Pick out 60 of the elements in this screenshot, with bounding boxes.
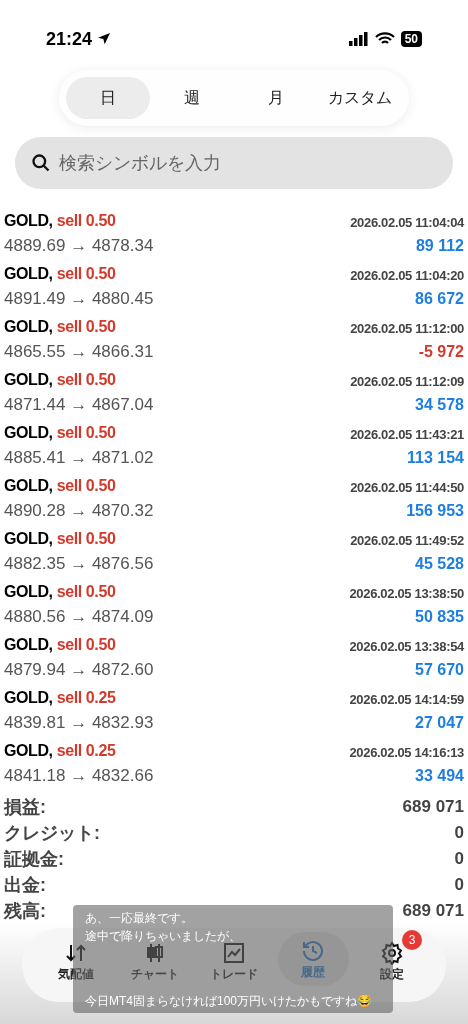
deal-profit: 89 112 bbox=[415, 235, 464, 256]
deal-time: 2026.02.05 14:14:59 bbox=[349, 691, 464, 709]
deal-time: 2026.02.05 11:04:04 bbox=[350, 214, 464, 232]
deal-prices: 4879.94 → 4872.60 bbox=[4, 658, 154, 681]
deal-title: GOLD, sell 0.50 bbox=[4, 210, 116, 231]
battery-level: 50 bbox=[400, 31, 422, 47]
summary-value: 0 bbox=[454, 874, 464, 897]
deal-time: 2026.02.05 11:12:00 bbox=[350, 320, 464, 338]
summary-label: クレジット: bbox=[4, 821, 100, 845]
status-time: 21:24 bbox=[46, 27, 93, 51]
deal-title: GOLD, sell 0.50 bbox=[4, 634, 116, 655]
deal-prices: 4841.18 → 4832.66 bbox=[4, 764, 154, 787]
deal-profit: 57 670 bbox=[415, 659, 464, 680]
deal-title: GOLD, sell 0.50 bbox=[4, 369, 116, 390]
deal-title: GOLD, sell 0.50 bbox=[4, 263, 116, 284]
deal-prices: 4882.35 → 4876.56 bbox=[4, 552, 154, 575]
deal-title: GOLD, sell 0.50 bbox=[4, 316, 116, 337]
deal-title: GOLD, sell 0.50 bbox=[4, 581, 116, 602]
deal-title: GOLD, sell 0.25 bbox=[4, 687, 116, 708]
deal-profit: 156 953 bbox=[406, 500, 464, 521]
deal-title: GOLD, sell 0.25 bbox=[4, 740, 116, 761]
deal-time: 2026.02.05 13:38:50 bbox=[349, 585, 464, 603]
deal-time: 2026.02.05 11:12:09 bbox=[350, 373, 464, 391]
deal-profit: 34 578 bbox=[415, 394, 464, 415]
deal-prices: 4880.56 → 4874.09 bbox=[4, 605, 154, 628]
caption-line: 途中で降りちゃいましたが、 bbox=[85, 928, 242, 945]
summary-label: 出金: bbox=[4, 873, 46, 897]
caption-line: あ、一応最終です。 bbox=[85, 910, 194, 927]
deal-profit: 50 835 bbox=[415, 606, 464, 627]
deal-profit: 45 528 bbox=[415, 553, 464, 574]
deal-prices: 4839.81 → 4832.93 bbox=[4, 711, 154, 734]
deal-profit: 27 047 bbox=[415, 712, 464, 733]
deal-prices: 4890.28 → 4870.32 bbox=[4, 499, 154, 522]
deal-prices: 4865.55 → 4866.31 bbox=[4, 340, 154, 363]
summary-value: 689 071 bbox=[402, 796, 464, 819]
deal-time: 2026.02.05 11:44:50 bbox=[350, 479, 464, 497]
summary-label: 損益: bbox=[4, 795, 46, 819]
caption-line: 今日MT4固まらなければ100万円いけたかもですね😂 bbox=[85, 993, 374, 1010]
deal-prices: 4871.44 → 4867.04 bbox=[4, 393, 154, 416]
deal-prices: 4885.41 → 4871.02 bbox=[4, 446, 154, 469]
summary-value: 0 bbox=[454, 848, 464, 871]
deal-time: 2026.02.05 11:04:20 bbox=[350, 267, 464, 285]
deal-profit: 113 154 bbox=[407, 447, 464, 468]
summary-label: 証拠金: bbox=[4, 847, 64, 871]
notification-badge: 3 bbox=[402, 930, 422, 950]
deal-prices: 4889.69 → 4878.34 bbox=[4, 234, 154, 257]
deal-time: 2026.02.05 14:16:13 bbox=[349, 744, 464, 762]
deal-title: GOLD, sell 0.50 bbox=[4, 528, 116, 549]
summary-value: 0 bbox=[454, 822, 464, 845]
deal-title: GOLD, sell 0.50 bbox=[4, 475, 116, 496]
summary-label: 残高: bbox=[4, 899, 46, 923]
deal-time: 2026.02.05 13:38:54 bbox=[349, 638, 464, 656]
deal-profit: -5 972 bbox=[418, 341, 464, 362]
deal-profit: 86 672 bbox=[415, 288, 464, 309]
deal-prices: 4891.49 → 4880.45 bbox=[4, 287, 154, 310]
deal-title: GOLD, sell 0.50 bbox=[4, 422, 116, 443]
deal-time: 2026.02.05 11:43:21 bbox=[350, 426, 464, 444]
deal-profit: 33 494 bbox=[415, 765, 464, 786]
deal-time: 2026.02.05 11:49:52 bbox=[350, 532, 464, 550]
summary-value: 689 071 bbox=[402, 900, 464, 923]
